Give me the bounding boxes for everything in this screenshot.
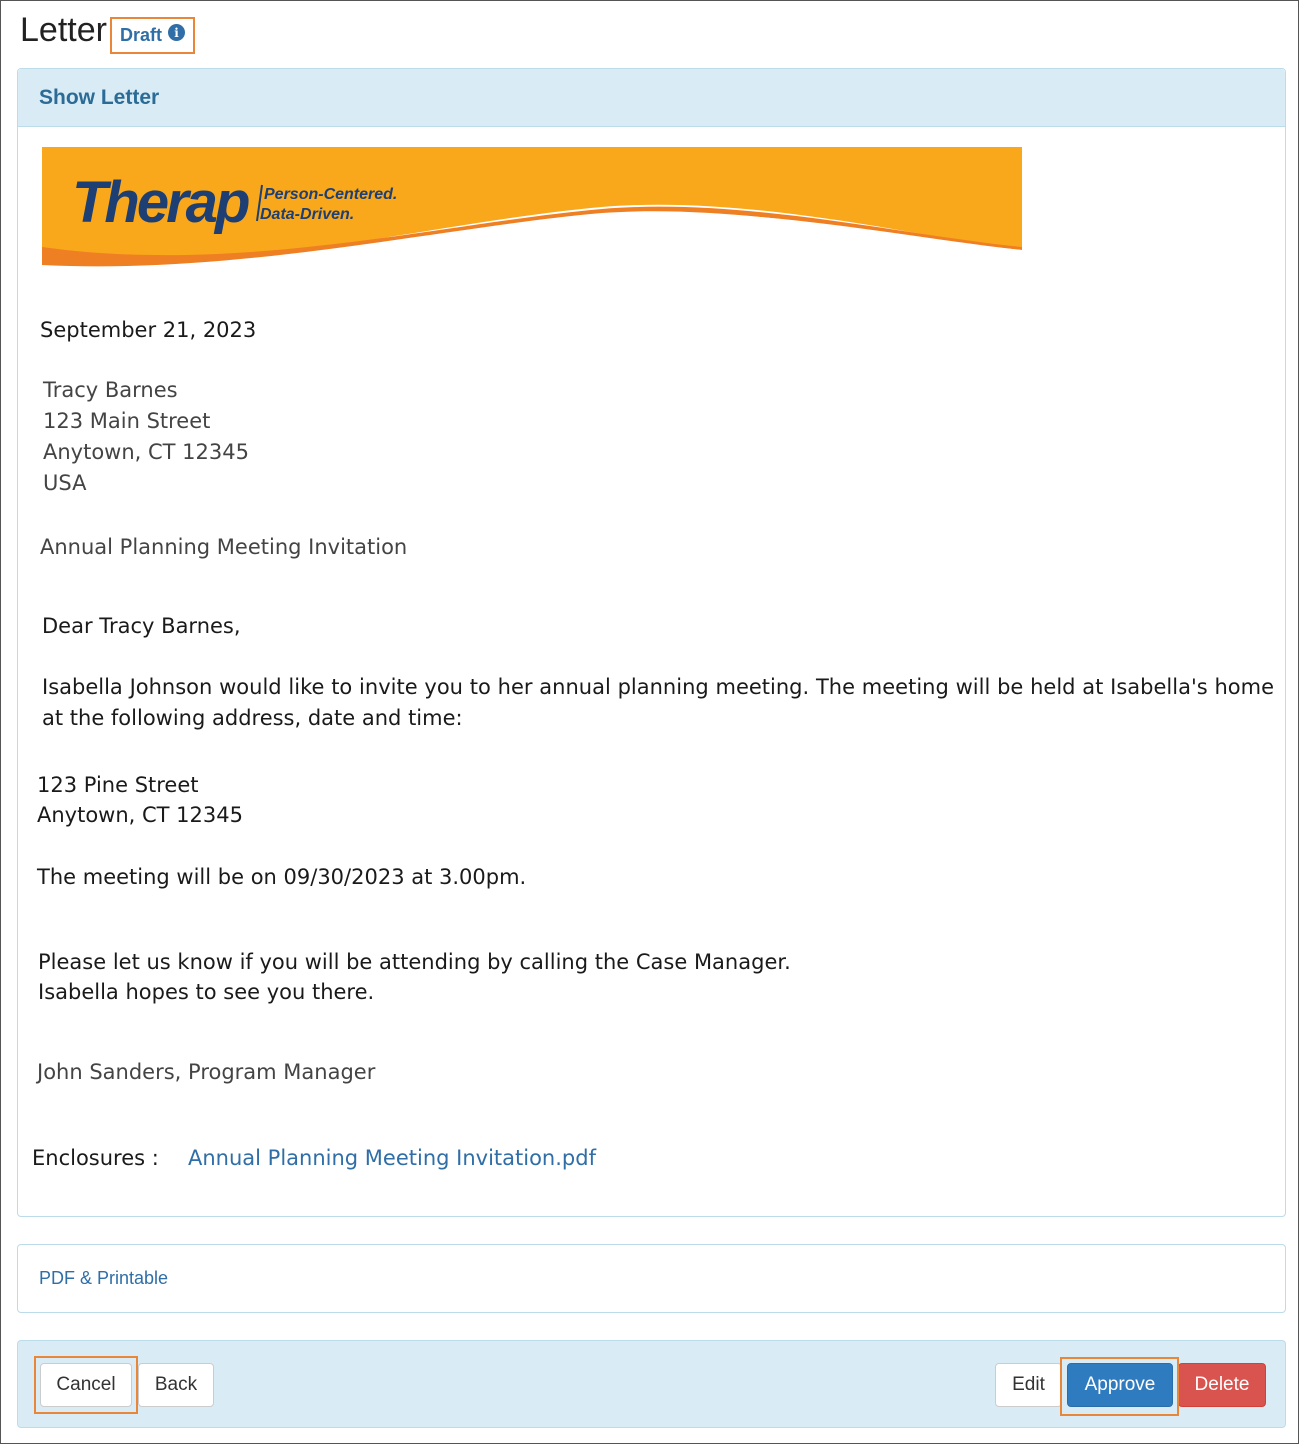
- status-label: Draft: [119, 25, 162, 45]
- panel-heading: Show Letter: [18, 69, 1285, 127]
- letter-date: September 21, 2023: [40, 318, 257, 342]
- pdf-printable-link[interactable]: PDF & Printable: [39, 1268, 168, 1289]
- meeting-street: 123 Pine Street: [37, 773, 199, 797]
- banner-brand-text: Therap: [72, 170, 249, 235]
- letter-subject: Annual Planning Meeting Invitation: [40, 535, 408, 559]
- meeting-time: The meeting will be on 09/30/2023 at 3.0…: [37, 865, 527, 889]
- recipient-street: 123 Main Street: [43, 409, 211, 433]
- page-header: Letter Draft i: [20, 8, 195, 56]
- enclosures-label: Enclosures :: [32, 1146, 159, 1170]
- pdf-printable-panel: PDF & Printable: [17, 1244, 1286, 1313]
- show-letter-panel: Show Letter Therap Person-Centered. Data…: [17, 68, 1286, 1217]
- delete-button[interactable]: Delete: [1178, 1363, 1266, 1407]
- therap-banner: Therap Person-Centered. Data-Driven.: [42, 147, 1022, 275]
- letter-salutation: Dear Tracy Barnes,: [42, 614, 241, 638]
- back-button[interactable]: Back: [138, 1363, 214, 1407]
- letter-signature: John Sanders, Program Manager: [37, 1060, 376, 1084]
- closing-line-1: Please let us know if you will be attend…: [38, 950, 791, 974]
- panel-title: Show Letter: [39, 85, 160, 109]
- letter-body: Isabella Johnson would like to invite yo…: [42, 675, 1274, 730]
- banner-tagline-1: Person-Centered.: [264, 186, 397, 203]
- enclosure-file-link[interactable]: Annual Planning Meeting Invitation.pdf: [188, 1143, 596, 1174]
- page-title: Letter: [20, 11, 107, 49]
- approve-button[interactable]: Approve: [1067, 1363, 1173, 1407]
- info-icon[interactable]: i: [167, 24, 185, 41]
- closing-line-2: Isabella hopes to see you there.: [38, 980, 375, 1004]
- banner-tagline-2: Data-Driven.: [260, 206, 354, 223]
- edit-button[interactable]: Edit: [995, 1363, 1062, 1407]
- recipient-city: Anytown, CT 12345: [43, 440, 249, 464]
- recipient-country: USA: [43, 471, 87, 495]
- cancel-button[interactable]: Cancel: [40, 1363, 132, 1407]
- recipient-name: Tracy Barnes: [43, 378, 178, 402]
- status-badge[interactable]: Draft i: [109, 17, 195, 54]
- meeting-city: Anytown, CT 12345: [37, 803, 243, 827]
